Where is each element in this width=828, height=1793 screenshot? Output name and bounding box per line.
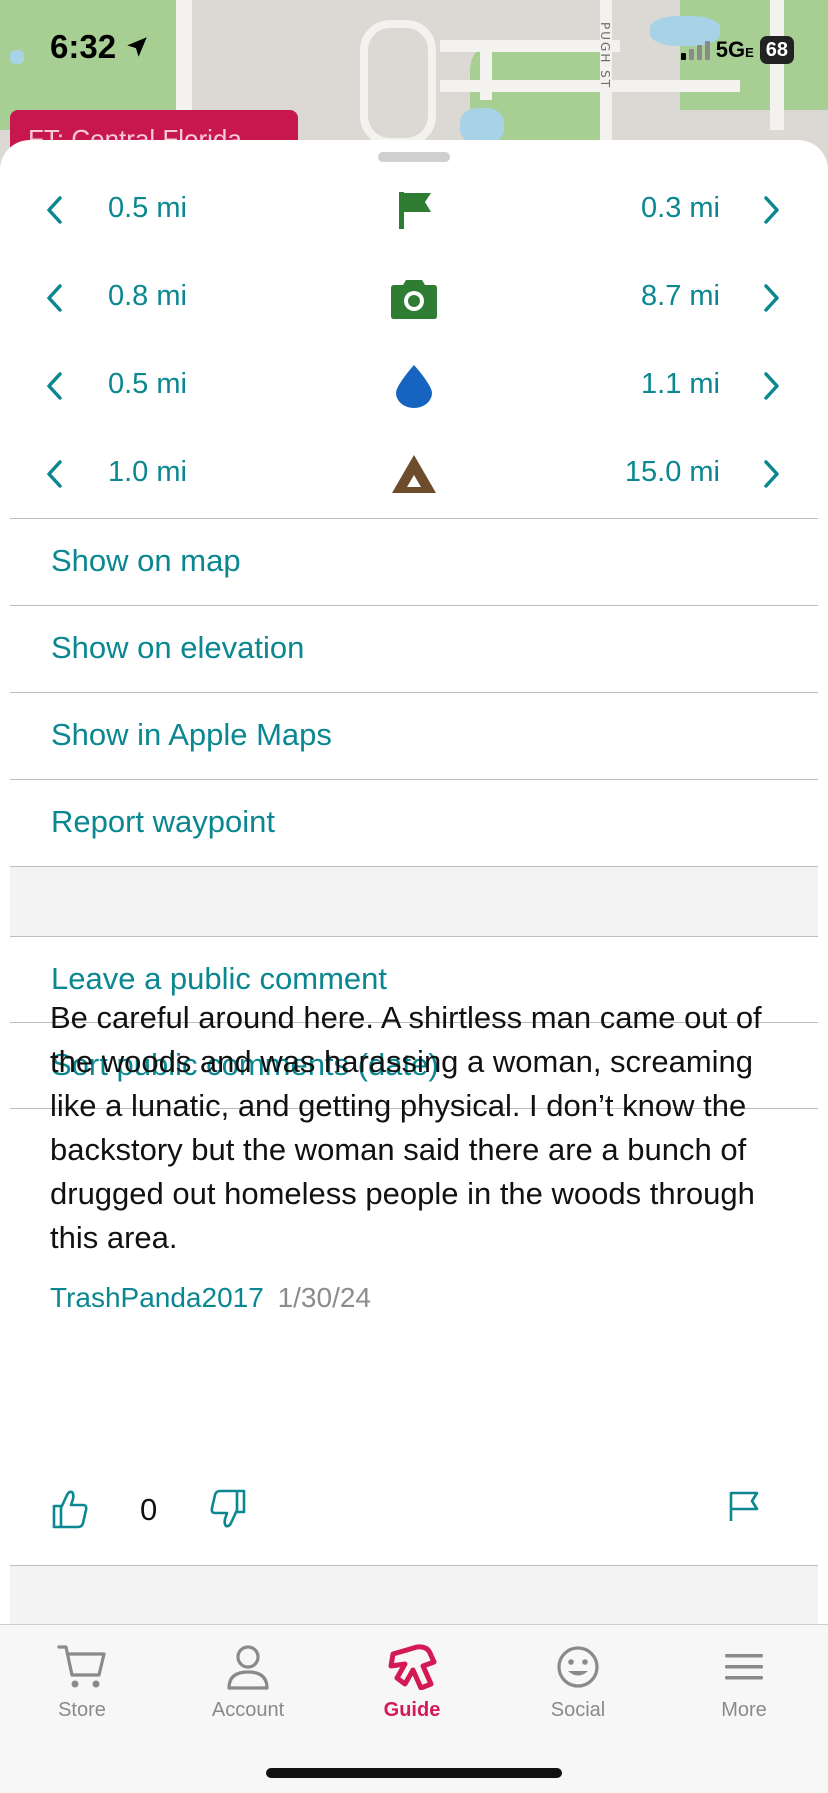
network-type: 5GE — [715, 37, 754, 62]
tab-label: Guide — [383, 1699, 441, 1721]
chevron-right-icon[interactable] — [756, 368, 786, 404]
cart-icon — [57, 1645, 106, 1688]
thumbs-up-icon[interactable] — [50, 1488, 90, 1530]
location-arrow-icon — [127, 37, 147, 57]
chevron-left-icon[interactable] — [40, 192, 70, 228]
comments-footer-band — [10, 1566, 818, 1624]
map-water — [10, 50, 24, 64]
map-road — [176, 0, 192, 120]
next-distance[interactable]: 0.3 mi — [641, 192, 720, 225]
next-distance[interactable]: 15.0 mi — [625, 456, 720, 489]
comment-vote-bar: 0 — [50, 1488, 770, 1538]
next-distance[interactable]: 1.1 mi — [641, 368, 720, 401]
map-road — [440, 80, 740, 92]
nav-row-campsite: 1.0 mi 15.0 mi — [0, 434, 828, 514]
map-road — [440, 40, 620, 52]
chevron-left-icon[interactable] — [40, 280, 70, 316]
tent-icon — [392, 455, 436, 493]
chevron-right-icon[interactable] — [756, 280, 786, 316]
show-on-map-label: Show on map — [51, 543, 241, 578]
status-time: 6:32 — [50, 28, 150, 66]
chevron-left-icon[interactable] — [40, 456, 70, 492]
section-separator — [10, 867, 818, 937]
tab-store[interactable]: Store — [22, 1641, 142, 1722]
previous-distance[interactable]: 0.8 mi — [108, 280, 187, 313]
chevron-right-icon[interactable] — [756, 456, 786, 492]
camera-icon — [391, 280, 437, 319]
nav-row-water: 0.5 mi 1.1 mi — [0, 346, 828, 426]
person-icon — [227, 1645, 269, 1690]
guide-logo-icon — [388, 1644, 437, 1690]
show-in-apple-maps-button[interactable]: Show in Apple Maps — [10, 693, 818, 779]
water-drop-icon — [396, 365, 432, 408]
vote-count: 0 — [140, 1492, 158, 1527]
clock: 6:32 — [50, 28, 117, 65]
comment-author[interactable]: TrashPanda2017 — [50, 1282, 264, 1313]
previous-distance[interactable]: 0.5 mi — [108, 192, 187, 225]
map-water — [460, 108, 504, 144]
status-indicators: 5GE 68 — [680, 36, 794, 64]
tab-account[interactable]: Account — [188, 1641, 308, 1722]
flag-icon — [399, 192, 431, 229]
report-waypoint-button[interactable]: Report waypoint — [10, 780, 818, 866]
chevron-right-icon[interactable] — [756, 192, 786, 228]
menu-icon — [725, 1654, 763, 1680]
comment-meta: TrashPanda2017 1/30/24 — [50, 1282, 371, 1314]
previous-distance[interactable]: 1.0 mi — [108, 456, 187, 489]
map-street-label: PUGH ST — [598, 22, 612, 90]
show-on-map-button[interactable]: Show on map — [10, 519, 818, 605]
next-distance[interactable]: 8.7 mi — [641, 280, 720, 313]
show-on-elevation-label: Show on elevation — [51, 630, 305, 665]
sheet-grabber[interactable] — [378, 152, 450, 162]
battery-level: 68 — [759, 36, 794, 64]
tab-guide[interactable]: Guide — [352, 1641, 472, 1722]
map-road — [360, 20, 436, 146]
tab-label: Social — [550, 1699, 606, 1721]
comment-date: 1/30/24 — [277, 1282, 371, 1313]
nav-row-flag: 0.5 mi 0.3 mi — [0, 170, 828, 250]
map-road — [770, 0, 784, 130]
tab-label: Account — [211, 1699, 285, 1721]
waypoint-sheet: 0.5 mi 0.3 mi 0.8 mi 8.7 mi 0.5 mi 1.1 m… — [0, 140, 828, 1792]
chevron-left-icon[interactable] — [40, 368, 70, 404]
report-flag-icon[interactable] — [726, 1488, 762, 1524]
tab-label: More — [721, 1699, 767, 1721]
show-in-apple-maps-label: Show in Apple Maps — [51, 717, 332, 752]
leave-comment-label: Leave a public comment — [51, 961, 388, 996]
smiley-icon — [557, 1646, 599, 1688]
thumbs-down-icon[interactable] — [208, 1488, 248, 1530]
tab-label: Store — [58, 1699, 106, 1721]
tab-social[interactable]: Social — [518, 1641, 638, 1722]
show-on-elevation-button[interactable]: Show on elevation — [10, 606, 818, 692]
cell-signal-icon — [680, 40, 710, 60]
home-indicator — [266, 1768, 562, 1778]
previous-distance[interactable]: 0.5 mi — [108, 368, 187, 401]
tab-more[interactable]: More — [684, 1641, 804, 1722]
nav-row-camera: 0.8 mi 8.7 mi — [0, 258, 828, 338]
report-waypoint-label: Report waypoint — [51, 804, 276, 839]
comment-body: Be careful around here. A shirtless man … — [50, 1000, 762, 1255]
